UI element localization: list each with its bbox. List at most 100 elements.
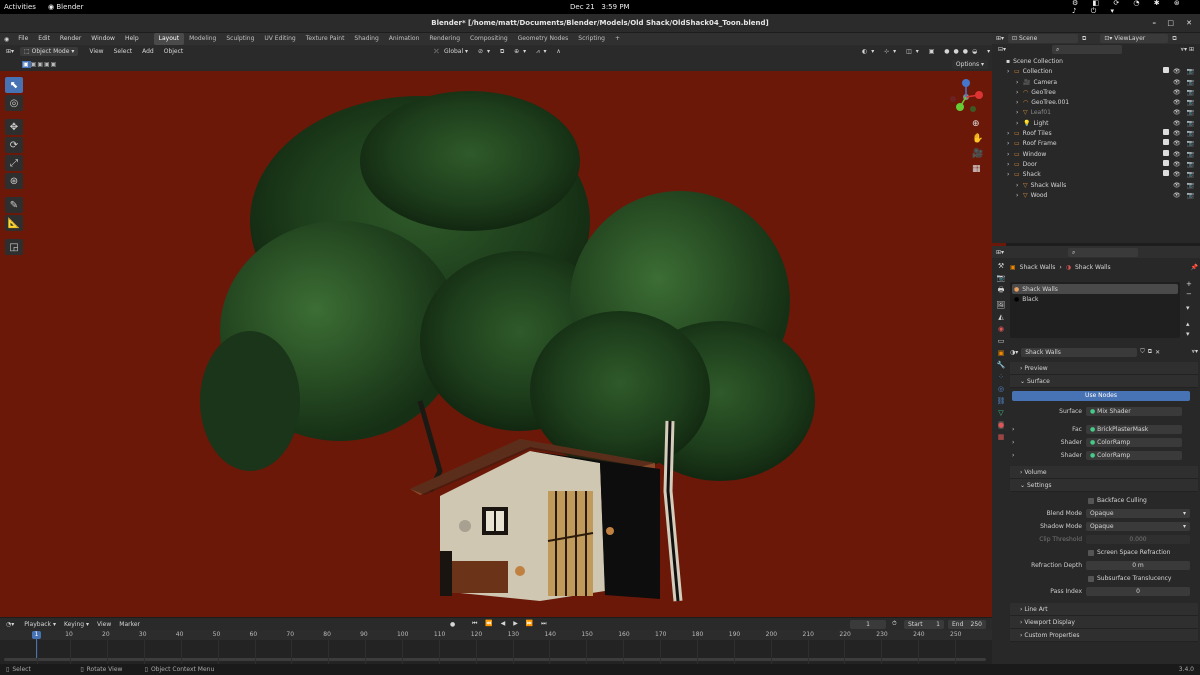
outliner-item[interactable]: › ▭ Shack 👁 📷 bbox=[992, 170, 1200, 180]
record-button[interactable]: ● bbox=[450, 621, 455, 628]
fake-user-icon[interactable]: ⛉ bbox=[1140, 348, 1145, 356]
use-nodes-button[interactable]: Use Nodes bbox=[1012, 391, 1190, 401]
preview-range-icon[interactable]: ⏱ bbox=[892, 620, 897, 628]
expand-arrow-icon[interactable]: › bbox=[1007, 129, 1014, 139]
outliner-item[interactable]: › ▭ Collection 👁 📷 bbox=[992, 67, 1200, 77]
blend-mode-dropdown[interactable]: Opaque ▾ bbox=[1086, 509, 1190, 518]
mode-dropdown[interactable]: ⬚ Object Mode ▾ bbox=[20, 47, 79, 56]
material-slots-list[interactable]: ● Shack Walls ● Black bbox=[1010, 282, 1180, 338]
close-icon[interactable]: ✕ bbox=[1186, 14, 1192, 32]
node-link-field[interactable]: ● Mix Shader bbox=[1086, 407, 1182, 416]
browse-material-icon[interactable]: ◑▾ bbox=[1010, 349, 1018, 356]
maximize-icon[interactable]: □ bbox=[1167, 14, 1174, 32]
outliner-item[interactable]: › ▭ Roof Tiles 👁 📷 bbox=[992, 129, 1200, 139]
visibility-toggles[interactable]: 👁 📷 bbox=[1163, 129, 1196, 139]
menu-edit[interactable]: Edit bbox=[33, 33, 55, 45]
tab-sculpting[interactable]: Sculpting bbox=[221, 33, 259, 45]
select-mode-icons[interactable]: ▣▣▣▣▣ bbox=[0, 61, 57, 68]
outliner-search-input[interactable]: ⌕ bbox=[1052, 45, 1123, 54]
constraints-tab-icon[interactable]: ⛓ bbox=[997, 397, 1006, 405]
tab-compositing[interactable]: Compositing bbox=[465, 33, 513, 45]
editor-type-icon[interactable]: ⊞▾ bbox=[0, 48, 20, 55]
physics-tab-icon[interactable]: ◎ bbox=[998, 385, 1004, 393]
measure-tool[interactable]: 📐 bbox=[5, 215, 23, 231]
expand-arrow-icon[interactable]: › bbox=[1016, 108, 1023, 118]
move-up-icon[interactable]: ▴ bbox=[1186, 320, 1192, 328]
pan-hand-icon[interactable]: ✋ bbox=[972, 134, 983, 144]
visibility-toggles[interactable]: 👁 📷 bbox=[1163, 67, 1196, 77]
material-tab-icon[interactable]: ● bbox=[997, 421, 1005, 429]
remove-slot-icon[interactable]: − bbox=[1186, 290, 1192, 298]
tab-geometry-nodes[interactable]: Geometry Nodes bbox=[513, 33, 574, 45]
expand-arrow-icon[interactable]: › bbox=[1007, 170, 1014, 180]
outliner-item[interactable]: › ◠ GeoTree 👁 📷 bbox=[992, 88, 1200, 98]
material-slot-item[interactable]: ● Shack Walls bbox=[1012, 284, 1178, 294]
navigation-gizmo[interactable] bbox=[946, 77, 986, 117]
menu-window[interactable]: Window bbox=[86, 33, 120, 45]
annotate-tool[interactable]: ✎ bbox=[5, 197, 23, 213]
cursor-tool[interactable]: ◎ bbox=[5, 95, 23, 111]
snap-icons[interactable]: ⊘▾ ⧉ ⊕▾ ⩘▾ ∧ bbox=[478, 48, 565, 56]
visibility-toggles[interactable]: 👁 📷 bbox=[1163, 170, 1196, 180]
expand-arrow-icon[interactable]: › bbox=[1016, 78, 1023, 88]
expand-arrow-icon[interactable]: › bbox=[1007, 150, 1014, 160]
visibility-toggles[interactable]: 👁 📷 bbox=[1173, 78, 1196, 88]
pin-icon[interactable]: 📌 bbox=[1191, 264, 1198, 271]
blender-logo-icon[interactable]: ◉ bbox=[0, 36, 13, 43]
object-tab-icon[interactable]: ▣ bbox=[998, 349, 1005, 357]
expand-arrow-icon[interactable]: › bbox=[1010, 452, 1020, 459]
tab-modeling[interactable]: Modeling bbox=[184, 33, 221, 45]
expand-arrow-icon[interactable]: › bbox=[1007, 67, 1014, 77]
expand-arrow-icon[interactable]: › bbox=[1016, 191, 1023, 201]
timeline[interactable]: 10 20 30 40 50 60 70 80 90 100 110 120 130 140 150 160 1… bbox=[0, 630, 1006, 664]
zoom-icon[interactable]: ⊕ bbox=[972, 119, 983, 129]
viewport-gizmo-toggles[interactable]: ◐▾ ⊹▾ ◫▾ ▣ ●●●◒ ▾ bbox=[862, 48, 994, 55]
scene-selector[interactable]: ⊡ Scene bbox=[1008, 34, 1079, 43]
shadow-mode-dropdown[interactable]: Opaque ▾ bbox=[1086, 522, 1190, 531]
panel-surface[interactable]: ⌄ Surface bbox=[1010, 375, 1198, 388]
subsurface-checkbox[interactable] bbox=[1088, 575, 1094, 582]
render-tab-icon[interactable]: 📷 bbox=[997, 274, 1006, 282]
scale-tool[interactable]: ⤢ bbox=[5, 155, 23, 171]
visibility-toggles[interactable]: 👁 📷 bbox=[1173, 108, 1196, 118]
timeline-menu-keying[interactable]: Keying ▾ bbox=[60, 621, 93, 628]
view-layer-selector[interactable]: ⊡▾ ViewLayer bbox=[1100, 34, 1169, 43]
view-layer-copy-icon[interactable]: ⧉ bbox=[1172, 35, 1176, 43]
data-tab-icon[interactable]: ▽ bbox=[998, 409, 1003, 417]
panel-viewport-display[interactable]: › Viewport Display bbox=[1010, 616, 1198, 629]
outliner-editor-icon[interactable]: ⊞▾ bbox=[996, 35, 1004, 42]
visibility-toggles[interactable]: 👁 📷 bbox=[1163, 159, 1196, 170]
node-link-field[interactable]: ● BrickPlasterMask bbox=[1086, 425, 1182, 434]
rotate-tool[interactable]: ⟳ bbox=[5, 137, 23, 153]
unlink-material-icon[interactable]: ✕ bbox=[1155, 349, 1160, 356]
end-frame-field[interactable]: End 250 bbox=[948, 619, 986, 629]
outliner-item[interactable]: › ▽ Shack Walls 👁 📷 bbox=[992, 181, 1200, 191]
app-menu[interactable]: ◉ Blender bbox=[48, 3, 83, 11]
output-tab-icon[interactable]: 🖶 bbox=[998, 286, 1005, 297]
timeline-menu-view[interactable]: View bbox=[93, 621, 115, 628]
panel-preview[interactable]: › Preview bbox=[1010, 362, 1198, 375]
modifier-tab-icon[interactable]: 🔧 bbox=[997, 361, 1006, 369]
menu-file[interactable]: File bbox=[13, 33, 33, 45]
move-down-icon[interactable]: ▾ bbox=[1186, 330, 1192, 338]
viewport-menu-select[interactable]: Select bbox=[109, 48, 138, 55]
frame-ruler[interactable]: 10 20 30 40 50 60 70 80 90 100 110 120 130 140 150 160 1… bbox=[0, 630, 1006, 640]
expand-arrow-icon[interactable]: › bbox=[1016, 119, 1023, 129]
viewport-menu-add[interactable]: Add bbox=[137, 48, 159, 55]
outliner-scene-collection[interactable]: ▪ Scene Collection bbox=[992, 57, 1200, 67]
properties-editor-icon[interactable]: ⊞▾ bbox=[996, 249, 1004, 256]
tab-uv-editing[interactable]: UV Editing bbox=[259, 33, 300, 45]
camera-view-icon[interactable]: 🎥 bbox=[972, 149, 983, 159]
ssr-checkbox[interactable] bbox=[1088, 549, 1094, 556]
current-frame-field[interactable]: 1 bbox=[850, 619, 886, 629]
refraction-depth-field[interactable]: 0 m bbox=[1086, 561, 1190, 570]
node-link-field[interactable]: ● ColorRamp bbox=[1086, 438, 1182, 447]
3d-viewport[interactable]: ⬉ ◎ ✥ ⟳ ⤢ ⊛ ✎ 📐 ◲ ⊕ ✋ 🎥 ▦ bbox=[0, 71, 1006, 617]
expand-arrow-icon[interactable]: › bbox=[1016, 181, 1023, 191]
timeline-editor-icon[interactable]: ◔▾ bbox=[0, 621, 20, 628]
world-tab-icon[interactable]: ◉ bbox=[998, 325, 1004, 333]
clock[interactable]: Dec 21 3:59 PM bbox=[570, 3, 630, 11]
outliner-item[interactable]: › ▽ Leaf01 👁 📷 bbox=[992, 108, 1200, 118]
add-workspace-button[interactable]: + bbox=[610, 33, 625, 45]
texture-tab-icon[interactable]: ▦ bbox=[998, 433, 1005, 441]
